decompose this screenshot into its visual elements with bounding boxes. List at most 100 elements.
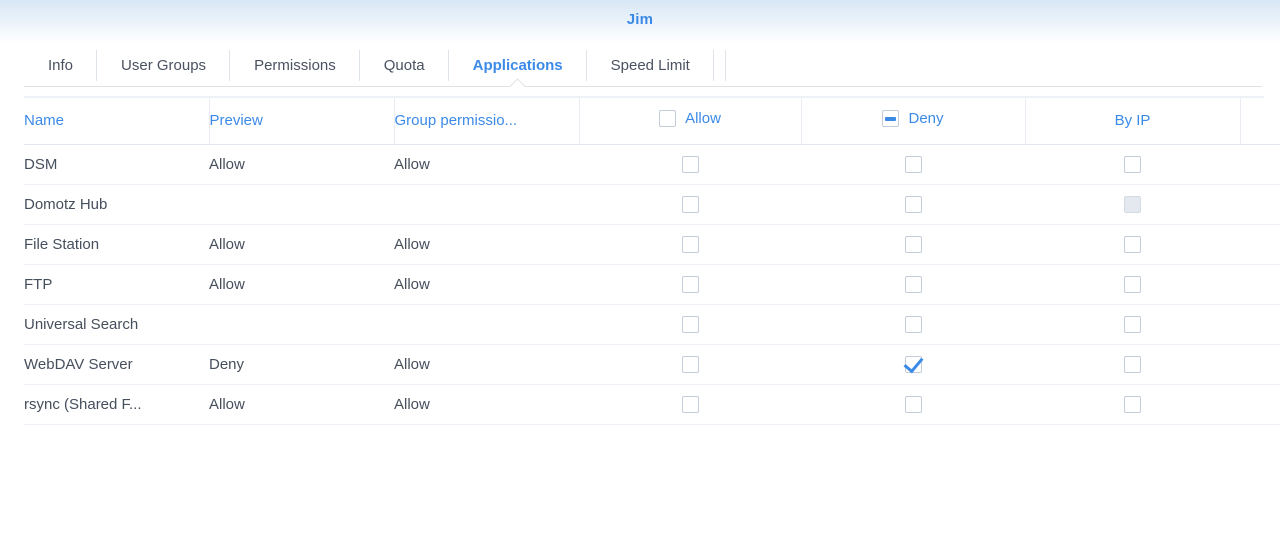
cell-preview: Allow [209, 144, 394, 185]
cell-byip[interactable] [1025, 184, 1240, 225]
cell-extra [1240, 304, 1280, 345]
column-header-allow[interactable]: Allow [579, 98, 802, 145]
cell-text: Allow [209, 155, 245, 173]
cell-name: DSM [24, 144, 209, 185]
cell-text: Domotz Hub [24, 195, 108, 213]
row-byip-checkbox[interactable] [1124, 275, 1141, 293]
cell-deny[interactable] [801, 144, 1025, 185]
table-row[interactable]: File Station Allow Allow [24, 224, 1280, 265]
cell-allow[interactable] [579, 384, 801, 425]
table-header: Name Preview Group permissio... Allow Deny By… [24, 98, 1280, 145]
cell-group: Allow [394, 384, 579, 425]
row-deny-checkbox[interactable] [904, 235, 922, 253]
row-byip-checkbox[interactable] [1124, 235, 1141, 253]
column-header-label: Preview [209, 112, 263, 130]
cell-text: Allow [394, 155, 430, 173]
row-deny-checkbox[interactable] [904, 155, 922, 173]
cell-allow[interactable] [579, 224, 801, 265]
cell-allow[interactable] [579, 144, 801, 185]
cell-preview: Allow [209, 224, 394, 265]
cell-extra [1240, 144, 1280, 185]
tab-label: Info [48, 57, 74, 74]
row-deny-checkbox[interactable] [904, 395, 922, 413]
row-deny-checkbox[interactable] [904, 355, 922, 373]
cell-group: Allow [394, 344, 579, 385]
cell-byip[interactable] [1025, 264, 1240, 305]
cell-allow[interactable] [579, 264, 801, 305]
row-byip-checkbox[interactable] [1124, 155, 1141, 173]
cell-name: File Station [24, 224, 209, 265]
table-row[interactable]: FTP Allow Allow [24, 264, 1280, 305]
column-header-label: Allow [685, 110, 721, 128]
cell-text: Universal Search [24, 315, 139, 333]
column-header-byip[interactable]: By IP [1025, 98, 1241, 145]
column-header-deny[interactable]: Deny [801, 98, 1026, 145]
header-checkbox-group-allow[interactable]: Allow [659, 110, 721, 128]
row-byip-checkbox[interactable] [1124, 395, 1141, 413]
row-byip-checkbox [1124, 195, 1141, 213]
tab-label: Permissions [254, 57, 336, 74]
row-allow-checkbox[interactable] [681, 155, 699, 173]
cell-text: Allow [394, 395, 430, 413]
cell-name: rsync (Shared F... [24, 384, 209, 425]
column-header-name[interactable]: Name [24, 98, 210, 145]
row-allow-checkbox[interactable] [681, 275, 699, 293]
cell-text: Allow [394, 355, 430, 373]
tab-quota[interactable]: Quota [360, 44, 449, 87]
tab-speed-limit[interactable]: Speed Limit [587, 44, 715, 87]
table-row[interactable]: Domotz Hub [24, 184, 1280, 225]
cell-deny[interactable] [801, 304, 1025, 345]
cell-byip[interactable] [1025, 144, 1240, 185]
column-header-group[interactable]: Group permissio... [394, 98, 580, 145]
row-byip-checkbox[interactable] [1124, 315, 1141, 333]
column-header-label: Group permissio... [394, 112, 518, 130]
row-allow-checkbox[interactable] [681, 355, 699, 373]
cell-allow[interactable] [579, 304, 801, 345]
cell-deny[interactable] [801, 184, 1025, 225]
row-deny-checkbox[interactable] [904, 315, 922, 333]
header-deny-checkbox[interactable] [882, 110, 900, 128]
row-allow-checkbox[interactable] [681, 195, 699, 213]
tab-underline [24, 86, 1262, 87]
header-checkbox-group-deny[interactable]: Deny [882, 110, 944, 128]
cell-allow[interactable] [579, 184, 801, 225]
table-row[interactable]: DSM Allow Allow [24, 144, 1280, 185]
tab-user-groups[interactable]: User Groups [97, 44, 231, 87]
column-header-preview[interactable]: Preview [209, 98, 395, 145]
applications-table: Name Preview Group permissio... Allow Deny By… [24, 98, 1280, 425]
cell-byip[interactable] [1025, 224, 1240, 265]
window-titlebar: Jim [0, 0, 1280, 44]
cell-text: Allow [209, 235, 245, 253]
tab-info[interactable]: Info [24, 44, 98, 87]
column-header-label: Deny [908, 110, 944, 128]
tab-permissions[interactable]: Permissions [230, 44, 360, 87]
row-deny-checkbox[interactable] [904, 195, 922, 213]
row-deny-checkbox[interactable] [904, 275, 922, 293]
active-tab-caret-icon [510, 78, 526, 87]
row-allow-checkbox[interactable] [681, 235, 699, 253]
cell-deny[interactable] [801, 264, 1025, 305]
header-allow-checkbox[interactable] [659, 110, 677, 128]
cell-byip[interactable] [1025, 304, 1240, 345]
cell-group [394, 184, 579, 225]
cell-text: WebDAV Server [24, 355, 133, 373]
table-row[interactable]: rsync (Shared F... Allow Allow [24, 384, 1280, 425]
cell-deny[interactable] [801, 224, 1025, 265]
cell-allow[interactable] [579, 344, 801, 385]
cell-preview [209, 184, 394, 225]
row-byip-checkbox[interactable] [1124, 355, 1141, 373]
cell-preview [209, 304, 394, 345]
column-header-label: Name [24, 112, 65, 130]
row-allow-checkbox[interactable] [681, 395, 699, 413]
cell-name: WebDAV Server [24, 344, 209, 385]
cell-deny[interactable] [801, 344, 1025, 385]
cell-name: Domotz Hub [24, 184, 209, 225]
table-row[interactable]: Universal Search [24, 304, 1280, 345]
cell-byip[interactable] [1025, 344, 1240, 385]
cell-byip[interactable] [1025, 384, 1240, 425]
row-allow-checkbox[interactable] [681, 315, 699, 333]
table-row[interactable]: WebDAV Server Deny Allow [24, 344, 1280, 385]
cell-text: Allow [394, 235, 430, 253]
tab-bar: Info User Groups Permissions Quota Applicati… [0, 44, 1280, 87]
cell-deny[interactable] [801, 384, 1025, 425]
